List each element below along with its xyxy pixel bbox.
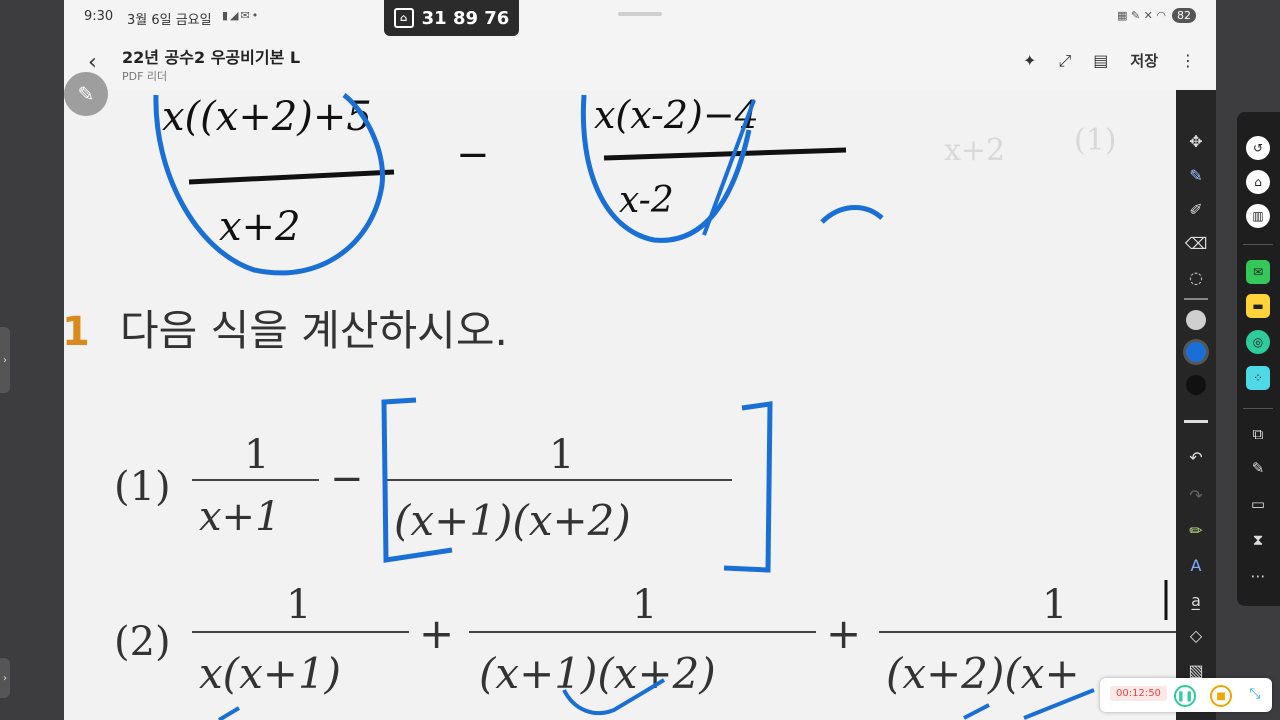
bleed-through-text: x+2 [944, 133, 1005, 168]
system-icons: ▦ ✎ ✕ ◠ 82 [1117, 8, 1196, 23]
recent-apps-icon[interactable]: ▥ [1246, 204, 1270, 228]
pen-tool-icon[interactable]: ✎ [1176, 160, 1216, 190]
drawing-toolbar: ✥ ✎ ✐ ⌫ ◌ ↶ ↷ ✏ A a̲ ◇ ▧ [1176, 90, 1216, 720]
expand-icon[interactable]: ⤢ [1058, 51, 1071, 71]
pen-mode-button[interactable]: ✎ [64, 72, 108, 116]
operator: + [419, 609, 454, 658]
shapes-icon[interactable]: ◇ [1176, 620, 1216, 650]
fraction-numerator: 1 [632, 582, 657, 628]
fraction-denominator: x(x+1) [199, 649, 341, 698]
app-drawer-icon[interactable]: ⁘ [1246, 366, 1270, 390]
blue-ink-bracket-right [723, 401, 773, 573]
handwritten-denominator: x-2 [619, 180, 674, 221]
lasso-tool-icon[interactable]: ◌ [1176, 262, 1216, 292]
system-status-icons: ▦ ✎ ✕ ◠ [1117, 9, 1166, 22]
handwritten-numerator: x((x+2)+5 [162, 94, 372, 140]
handwritten-denominator: x+2 [219, 204, 301, 250]
highlighter-tool-icon[interactable]: ✐ [1176, 194, 1216, 224]
more-options-icon[interactable]: ⋮ [1180, 51, 1196, 70]
problem-prompt: 다음 식을 계산하시오. [120, 306, 508, 355]
pdf-page: x+2 (1) x((x+2)+5 x+2 − x(x-2)−4 x-2 1 다… [64, 93, 1176, 720]
battery-indicator: 82 [1172, 8, 1196, 23]
tablet-screen: 9:30 3월 6일 금요일 ▮◢✉• ▦ ✎ ✕ ◠ 82 ‹ 22년 공수2… [64, 0, 1216, 720]
home-icon[interactable]: ⌂ [1246, 170, 1270, 194]
edge-panel: ↺ ⌂ ▥ ✉ ▬ ◎ ⁘ ⧉ ✎ ▭ ⧗ ⋯ [1237, 112, 1280, 606]
fraction-denominator: (x+1)(x+2) [394, 496, 631, 545]
status-bar: 9:30 3월 6일 금요일 ▮◢✉• ▦ ✎ ✕ ◠ 82 [64, 0, 1216, 34]
bleed-through-text: (1) [1074, 123, 1117, 158]
pencil-icon: ✎ [77, 82, 95, 106]
notification-icons: ▮◢✉• [222, 9, 261, 22]
blue-ink-arc [820, 204, 884, 224]
stroke-width-indicator[interactable] [1184, 420, 1208, 423]
text-box-icon[interactable]: a̲ [1176, 585, 1216, 615]
operator: + [826, 609, 861, 658]
sub-problem-label: (1) [114, 464, 171, 510]
back-icon[interactable]: ‹ [88, 50, 97, 75]
fraction-denominator: (x+1)(x+2) [479, 649, 716, 698]
handwritten-numerator: x(x-2)−4 [594, 93, 759, 137]
status-time: 9:30 [84, 9, 114, 24]
panel-divider [1243, 244, 1273, 245]
redo-icon[interactable]: ↷ [1176, 480, 1216, 510]
expand-recorder-icon[interactable]: ⤡ [1246, 685, 1264, 703]
fraction-denominator: x+1 [199, 494, 281, 540]
toolbar-divider [1184, 298, 1208, 300]
pdf-canvas[interactable]: x+2 (1) x((x+2)+5 x+2 − x(x-2)−4 x-2 1 다… [64, 90, 1176, 720]
panel-divider [1243, 408, 1273, 409]
window-mode-icon[interactable]: ⧉ [1246, 422, 1270, 446]
move-toolbar-icon[interactable]: ✥ [1176, 126, 1216, 156]
stop-recording-icon[interactable]: ■ [1210, 685, 1232, 707]
fraction-denominator: (x+2)(x+ [886, 649, 1080, 698]
fraction-numerator: 1 [286, 582, 311, 628]
text-style-icon[interactable]: A [1176, 550, 1216, 580]
handwritten-fraction-bar [603, 147, 847, 161]
fraction-numerator: 1 [244, 432, 269, 478]
color-swatch-black[interactable] [1186, 375, 1206, 395]
save-button[interactable]: 저장 [1130, 50, 1158, 71]
draw-icon[interactable]: ✎ [1246, 456, 1270, 480]
back-app-icon[interactable]: ↺ [1246, 136, 1270, 160]
clipboard-icon: ⌂ [393, 8, 414, 28]
notes-app-icon[interactable]: ▬ [1246, 294, 1270, 318]
marker-tool-icon[interactable]: ✏ [1176, 515, 1216, 545]
operator: − [330, 456, 364, 502]
left-edge-panel-handle[interactable]: › [0, 658, 10, 698]
page-settings-icon[interactable]: ▤ [1093, 51, 1108, 70]
handwritten-minus: − [456, 132, 490, 178]
app-bar: ‹ 22년 공수2 우공비기본 L PDF 리더 ✦ ⤢ ▤ 저장 ⋮ [64, 34, 1216, 90]
window-drag-handle[interactable] [618, 12, 662, 16]
blue-ink-check [217, 706, 241, 720]
color-swatch-gray[interactable] [1186, 310, 1206, 330]
pill-code: 31 89 76 [421, 7, 510, 29]
status-date: 3월 6일 금요일 [127, 13, 212, 28]
sub-problem-label: (2) [114, 619, 171, 665]
app-bar-actions: ✦ ⤢ ▤ 저장 ⋮ [1023, 50, 1196, 71]
pause-recording-icon[interactable]: ❚❚ [1174, 685, 1196, 707]
fraction-numerator: 1 [1042, 582, 1067, 628]
browser-app-icon[interactable]: ◎ [1246, 330, 1270, 354]
document-title: 22년 공수2 우공비기본 L [122, 48, 301, 67]
undo-icon[interactable]: ↶ [1176, 442, 1216, 472]
clipboard-code-pill[interactable]: ⌂ 31 89 76 [384, 0, 519, 36]
timer-icon[interactable]: ⧗ [1246, 528, 1270, 552]
messenger-app-icon[interactable]: ✉ [1246, 260, 1270, 284]
recording-time: 00:12:50 [1110, 686, 1167, 701]
more-tools-icon[interactable]: ⋯ [1246, 564, 1270, 588]
screen-recorder-bar: 00:12:50 ❚❚ ■ ⤡ [1100, 678, 1272, 712]
problem-number: 1 [64, 309, 90, 355]
app-subtitle: PDF 리더 [122, 70, 168, 83]
left-edge-panel-handle[interactable]: › [0, 327, 10, 393]
eraser-tool-icon[interactable]: ⌫ [1176, 228, 1216, 258]
color-swatch-blue[interactable] [1186, 342, 1206, 362]
handwritten-fraction-bar [188, 169, 395, 185]
ai-sparkle-icon[interactable]: ✦ [1023, 51, 1036, 70]
fraction-numerator: 1 [549, 432, 574, 478]
screen-capture-icon[interactable]: ▭ [1246, 492, 1270, 516]
